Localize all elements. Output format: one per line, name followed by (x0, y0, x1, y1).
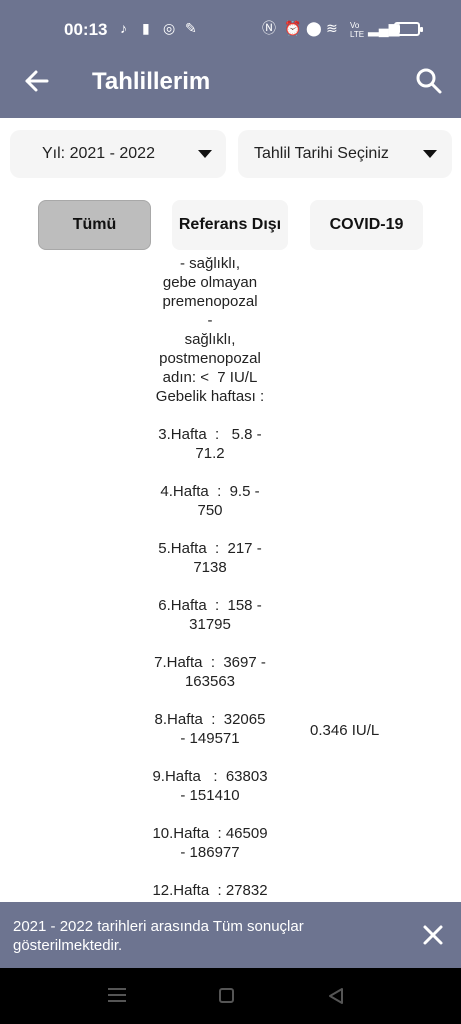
paint-brush-icon: ✎ (185, 20, 197, 36)
test-date-dropdown-label: Tahlil Tarihi Seçiniz (254, 145, 389, 162)
reference-line: premenopozal (162, 293, 258, 310)
reference-line: 8.Hafta : 32065 (154, 711, 266, 728)
reference-line (140, 862, 280, 881)
year-dropdown-label: Yıl: 2021 - 2022 (42, 145, 155, 162)
wifi-icon: ≋ (326, 20, 338, 36)
tab-all[interactable]: Tümü (38, 200, 151, 250)
volte-icon: Vo LTE (350, 21, 365, 39)
reference-line: 9.Hafta : 63803 (152, 768, 268, 785)
status-time: 00:13 (64, 20, 108, 39)
sim-card-icon: ▮ (142, 20, 150, 36)
reference-line: - 149571 (180, 730, 240, 747)
tab-out-of-reference[interactable]: Referans Dışı (172, 200, 288, 250)
reference-line (140, 691, 280, 710)
instagram-icon: ◎ (163, 20, 176, 36)
app-screen: 00:13 ♪ ▮ ◎ ✎ Ⓝ ⏰ ⬤ ≋ Vo LTE ▂▄▆ Tahlill… (0, 0, 461, 1024)
reference-line: Gebelik haftası : (155, 388, 265, 405)
snackbar-message: 2021 - 2022 tarihleri arasında Tüm sonuç… (13, 918, 304, 954)
reference-line (140, 748, 280, 767)
close-icon[interactable] (418, 920, 448, 950)
reference-line (140, 577, 280, 596)
reference-line: 5.Hafta : 217 - (158, 540, 262, 557)
battery-fill (397, 25, 400, 33)
reference-line: postmenopozal (159, 350, 261, 367)
result-value: 0.346 IU/L (310, 722, 380, 739)
reference-line: - sağlıklı, (179, 255, 240, 272)
alarm-icon: ⏰ (284, 20, 302, 36)
reference-line: sağlıklı, (184, 331, 236, 348)
reference-line (140, 463, 280, 482)
page-title: Tahlillerim (92, 68, 211, 95)
reference-line: 4.Hafta : 9.5 - (160, 483, 260, 500)
battery-icon (394, 22, 423, 36)
reference-line: 12.Hafta : 27832 (152, 882, 268, 899)
app-bar: Tahlillerim (0, 46, 461, 118)
reference-line (140, 406, 280, 425)
reference-line: 7138 (193, 559, 227, 576)
tab-covid-19[interactable]: COVID-19 (310, 200, 423, 250)
location-icon: ⬤ (306, 20, 322, 36)
reference-line: 3.Hafta : 5.8 - (158, 426, 262, 443)
reference-line: 750 (197, 502, 223, 519)
test-date-dropdown[interactable]: Tahlil Tarihi Seçiniz (238, 130, 452, 178)
search-icon[interactable] (412, 64, 446, 98)
nfc-icon: Ⓝ (262, 20, 276, 36)
reference-line: gebe olmayan (162, 274, 258, 291)
reference-range-text: - sağlıklı, gebe olmayan premenopozal - sağl… (140, 254, 280, 902)
reference-line (140, 634, 280, 653)
reference-line (140, 520, 280, 539)
system-nav-bar (0, 968, 461, 1024)
reference-line: 10.Hafta : 46509 (152, 825, 268, 842)
menu-icon[interactable] (108, 988, 126, 1002)
year-dropdown[interactable]: Yıl: 2021 - 2022 (10, 130, 226, 178)
reference-line: 71.2 (195, 445, 225, 462)
reference-line: - 186977 (180, 844, 240, 861)
reference-line: - (207, 312, 213, 329)
chevron-down-icon (423, 150, 437, 158)
reference-line: 7.Hafta : 3697 - (154, 654, 266, 671)
reference-line: - 151410 (180, 787, 240, 804)
reference-line: 31795 (189, 616, 231, 633)
home-icon[interactable] (219, 988, 234, 1003)
reference-line (140, 805, 280, 824)
music-note-icon: ♪ (120, 20, 127, 36)
chevron-down-icon (198, 150, 212, 158)
info-snackbar: 2021 - 2022 tarihleri arasında Tüm sonuç… (0, 902, 461, 968)
test-results-list[interactable]: - sağlıklı, gebe olmayan premenopozal - sağl… (0, 252, 461, 902)
reference-line: 6.Hafta : 158 - (158, 597, 262, 614)
reference-line: 163563 (184, 673, 236, 690)
arrow-left-icon[interactable] (20, 64, 54, 98)
reference-line: adın: < 7 IU/L (162, 369, 258, 386)
back-triangle-icon[interactable] (328, 987, 344, 1005)
